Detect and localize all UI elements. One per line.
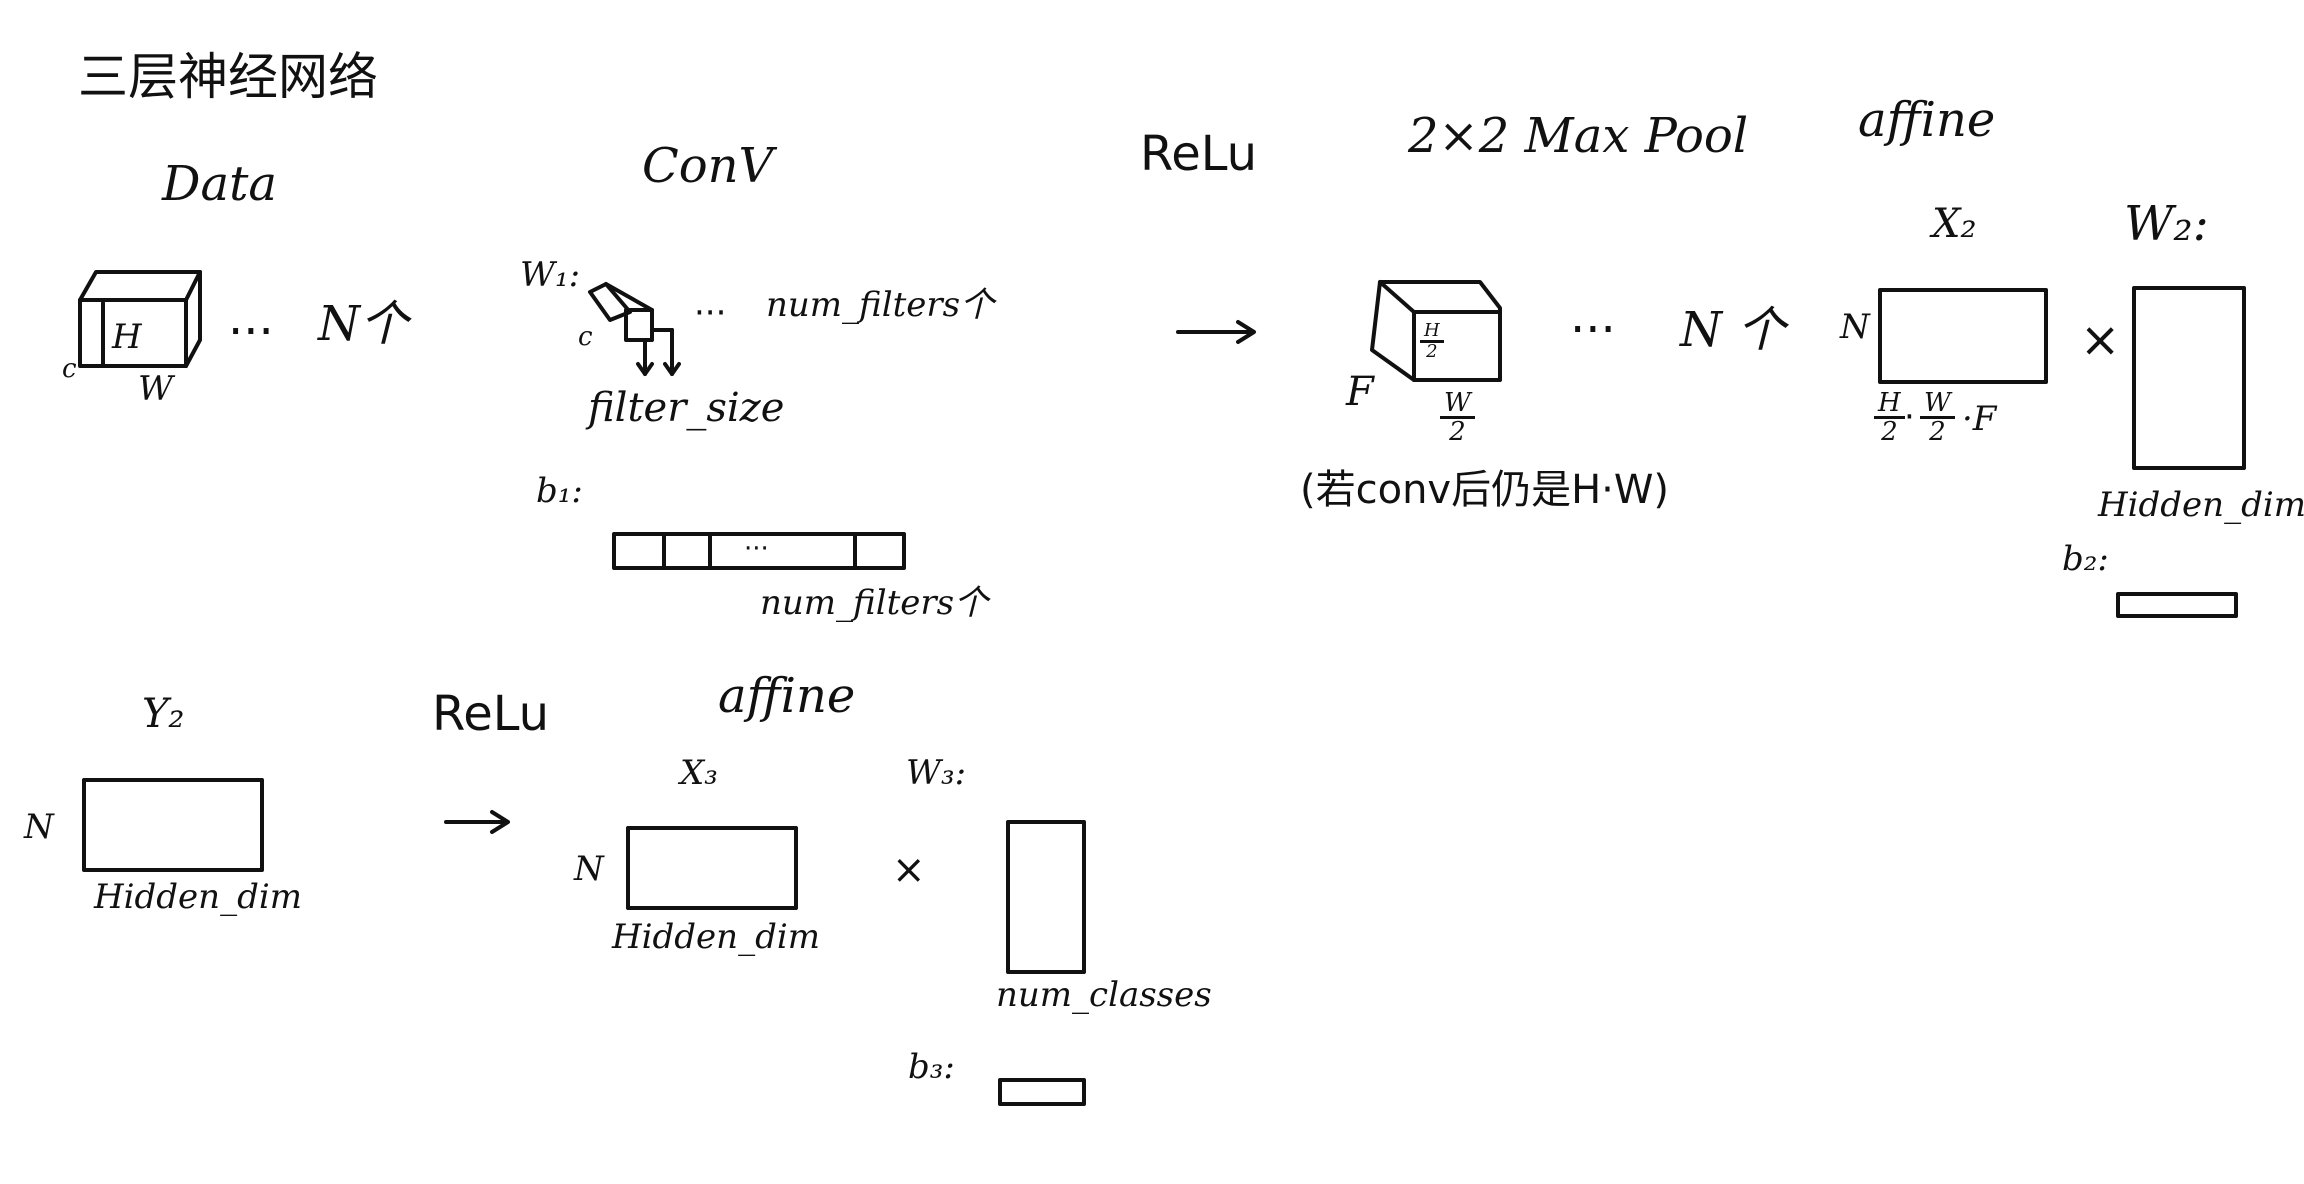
y2-label: Y₂: [142, 691, 185, 737]
b2-label: b₂:: [2062, 539, 2109, 579]
x2-cols-a: H 2: [1874, 390, 1905, 445]
x2-label: X₂: [1932, 201, 1977, 247]
data-cube-depth: c: [62, 354, 77, 384]
pool-cube-width: W 2: [1440, 390, 1475, 445]
y2-cols: Hidden_dim: [94, 877, 302, 917]
pool-cube-height: H 2: [1420, 322, 1444, 361]
affine-label-bottom: affine: [718, 668, 856, 724]
y2-rows: N: [24, 807, 54, 847]
pool-cube-depth: F: [1346, 369, 1374, 415]
b1-label: b₁:: [536, 471, 583, 511]
w2-matrix: [2132, 286, 2246, 470]
data-cube-width: W: [138, 369, 173, 409]
w1-dots: ···: [694, 293, 727, 333]
w3-cols: num_classes: [996, 975, 1212, 1015]
x2-matrix: [1878, 288, 2048, 384]
pool-note: (若conv后仍是H·W): [1300, 467, 1670, 513]
w1-count: num_filters个: [766, 285, 995, 325]
w2-cols: Hidden_dim: [2098, 485, 2304, 525]
data-dots: ···: [228, 304, 274, 360]
relu-label-top: ReLu: [1140, 126, 1258, 182]
x2-rows: N: [1840, 307, 1870, 347]
w2-label: W₂:: [2124, 196, 2209, 252]
affine-label-top: affine: [1858, 92, 1996, 148]
times-top: ×: [2080, 312, 2121, 368]
x2-cols-b: W 2: [1920, 390, 1955, 445]
x3-label: X₃: [680, 753, 718, 793]
y2-matrix: [82, 778, 264, 872]
data-cube-height: H: [112, 317, 142, 357]
w3-matrix: [1006, 820, 1086, 974]
x2-cols-dot: ·: [1904, 397, 1915, 437]
x2-cols-tail: ·F: [1962, 399, 1997, 439]
x3-cols: Hidden_dim: [612, 917, 820, 957]
x3-matrix: [626, 826, 798, 910]
b1-dots: ···: [744, 534, 769, 564]
pool-count: N 个: [1680, 302, 1786, 358]
data-label: Data: [162, 156, 278, 212]
page-title: 三层神经网络: [78, 48, 378, 106]
w1-filter-cube: [588, 282, 681, 376]
pool-dots: ···: [1570, 302, 1616, 358]
w3-label: W₃:: [906, 753, 967, 793]
filter-size-label: filter_size: [588, 385, 785, 431]
b2-bias-bar: [2116, 592, 2238, 618]
b3-label: b₃:: [908, 1047, 955, 1087]
data-count: N个: [318, 296, 409, 352]
pool-label: 2×2 Max Pool: [1408, 108, 1749, 164]
w1-label: W₁:: [520, 255, 581, 295]
arrow-y2-to-x3: [444, 810, 510, 834]
arrow-conv-to-pool: [1176, 320, 1256, 344]
w1-depth: c: [578, 322, 593, 352]
b1-count: num_filters个: [760, 583, 989, 623]
b3-bias-bar: [998, 1078, 1086, 1106]
x3-rows: N: [574, 849, 604, 889]
times-bottom: ×: [892, 847, 926, 893]
relu-label-bottom: ReLu: [432, 686, 550, 742]
conv-label: ConV: [642, 138, 774, 194]
